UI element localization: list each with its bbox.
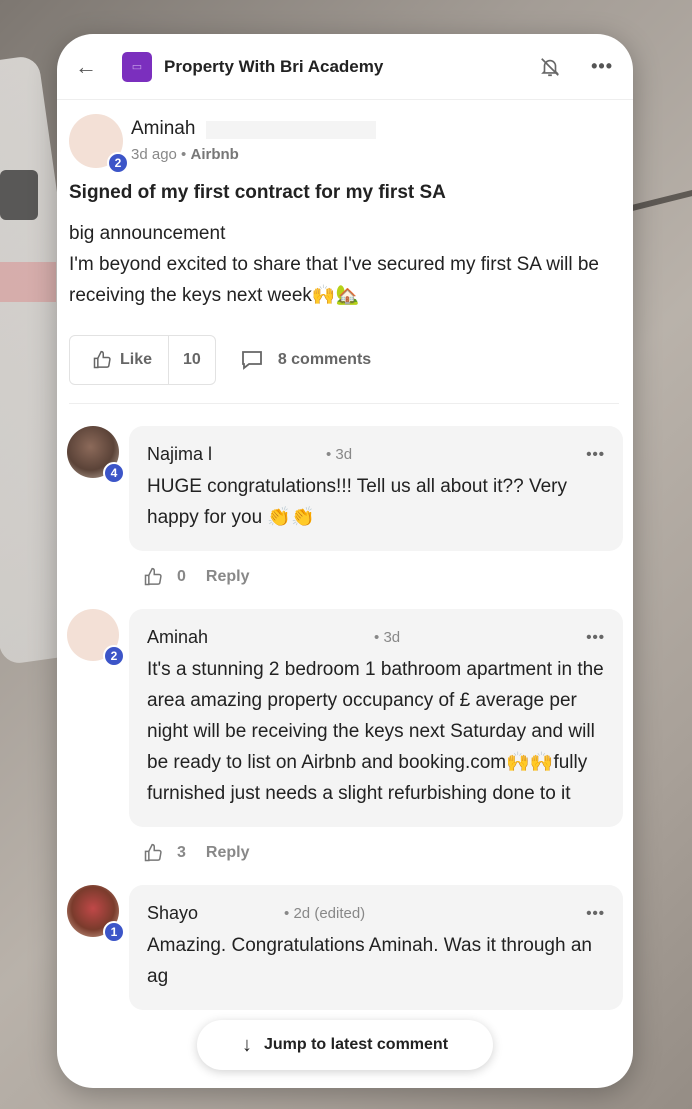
comment-actions: 3 Reply	[143, 843, 623, 863]
comment: 1 Shayo • 2d (edited) ••• Amazing. Congr…	[67, 885, 623, 1010]
comment-time: • 2d (edited)	[284, 905, 366, 922]
comment-text: It's a stunning 2 bedroom 1 bathroom apa…	[147, 654, 605, 809]
group-title[interactable]: Property With Bri Academy	[164, 57, 539, 77]
thumbs-up-icon	[93, 350, 111, 369]
comment-body: HUGE congratulations!!! Tell us all abou…	[147, 476, 567, 528]
author-info: Aminah 3d ago • Airbnb	[131, 114, 376, 163]
comment-author[interactable]: Najima l	[147, 444, 212, 465]
comment-bubble-icon	[241, 351, 262, 370]
reply-button[interactable]: Reply	[206, 844, 250, 862]
comments-count: 8 comments	[277, 351, 372, 368]
comment-author[interactable]: Aminah	[147, 627, 208, 648]
comment-text: HUGE congratulations!!! Tell us all abou…	[147, 471, 605, 533]
redaction	[208, 904, 279, 923]
comment-bubble: Najima l • 3d ••• HUGE congratulations!!…	[129, 426, 623, 551]
more-horizontal-icon[interactable]: •••	[586, 446, 605, 463]
comment-time: • 3d	[326, 446, 353, 463]
more-horizontal-icon[interactable]: •••	[591, 56, 613, 77]
comment-bubble: Aminah • 3d ••• It's a stunning 2 bedroo…	[129, 609, 623, 827]
like-box: Like 10	[69, 335, 216, 385]
redaction	[218, 628, 369, 647]
meta-separator: •	[176, 146, 191, 163]
comments-button[interactable]: 8 comments	[240, 349, 371, 371]
phone-screen: ← ▭ Property With Bri Academy ••• 2 Amin…	[57, 34, 633, 1088]
thumbs-up-icon[interactable]	[143, 567, 163, 587]
avatar[interactable]: 2	[67, 609, 125, 667]
more-horizontal-icon[interactable]: •••	[586, 905, 605, 922]
comment-content: Aminah • 3d ••• It's a stunning 2 bedroo…	[129, 609, 623, 863]
jump-to-latest-button[interactable]: ↓ Jump to latest comment	[197, 1020, 493, 1070]
post-body: big announcement I'm beyond excited to s…	[69, 218, 619, 311]
comment-header: Najima l • 3d •••	[147, 444, 605, 465]
post-title: Signed of my first contract for my first…	[69, 182, 446, 203]
like-button[interactable]: Like	[70, 336, 170, 384]
level-badge: 4	[103, 462, 125, 484]
arrow-left-icon[interactable]: ←	[75, 54, 105, 80]
comment-emoji: 🙌🙌	[506, 752, 554, 773]
post: 2 Aminah 3d ago • Airbnb Signed of my fi…	[57, 100, 633, 404]
comment-content: Shayo • 2d (edited) ••• Amazing. Congrat…	[129, 885, 623, 1010]
comment-header: Shayo • 2d (edited) •••	[147, 903, 605, 924]
comment-time: • 3d	[374, 629, 401, 646]
avatar[interactable]: 1	[67, 885, 125, 943]
redaction	[230, 445, 321, 464]
post-actions: Like 10 8 comments	[69, 335, 619, 404]
post-emoji: 🙌🏡	[311, 285, 360, 306]
level-badge: 2	[103, 645, 125, 667]
more-horizontal-icon[interactable]: •••	[586, 629, 605, 646]
arrow-down-icon: ↓	[241, 1033, 252, 1056]
comment-like-count: 3	[177, 844, 186, 861]
comment-author[interactable]: Shayo	[147, 903, 198, 924]
comment-content: Najima l • 3d ••• HUGE congratulations!!…	[129, 426, 623, 587]
comment-emoji: 👏👏	[267, 507, 315, 528]
thumbs-up-icon[interactable]	[143, 843, 163, 863]
post-author-row: 2 Aminah 3d ago • Airbnb	[69, 114, 619, 174]
reply-button[interactable]: Reply	[206, 568, 250, 586]
like-label: Like	[120, 351, 153, 368]
post-author-name[interactable]: Aminah	[131, 118, 195, 139]
comment-body: Amazing. Congratulations Aminah. Was it …	[147, 935, 592, 987]
comments-list: 4 Najima l • 3d ••• HUGE congratulations…	[57, 426, 633, 1010]
like-count[interactable]: 10	[169, 336, 215, 384]
background-strip	[0, 262, 56, 302]
jump-label: Jump to latest comment	[263, 1036, 449, 1053]
post-meta: 3d ago • Airbnb	[131, 146, 376, 163]
level-badge: 1	[103, 921, 125, 943]
post-body-line: big announcement	[69, 223, 226, 244]
group-logo: ▭	[122, 51, 152, 82]
background-key	[0, 170, 38, 220]
bell-off-icon[interactable]	[539, 56, 561, 78]
comment: 2 Aminah • 3d ••• It's a stunning 2 bedr…	[67, 609, 623, 863]
top-bar: ← ▭ Property With Bri Academy •••	[57, 34, 633, 100]
comment: 4 Najima l • 3d ••• HUGE congratulations…	[67, 426, 623, 587]
comment-header: Aminah • 3d •••	[147, 627, 605, 648]
avatar[interactable]: 4	[67, 426, 125, 484]
avatar[interactable]: 2	[69, 114, 129, 174]
redaction	[205, 120, 376, 139]
post-category[interactable]: Airbnb	[190, 146, 238, 163]
comment-like-count: 0	[177, 568, 186, 585]
comment-actions: 0 Reply	[143, 567, 623, 587]
level-badge: 2	[107, 152, 129, 174]
comment-bubble: Shayo • 2d (edited) ••• Amazing. Congrat…	[129, 885, 623, 1010]
post-time: 3d ago	[131, 146, 177, 163]
